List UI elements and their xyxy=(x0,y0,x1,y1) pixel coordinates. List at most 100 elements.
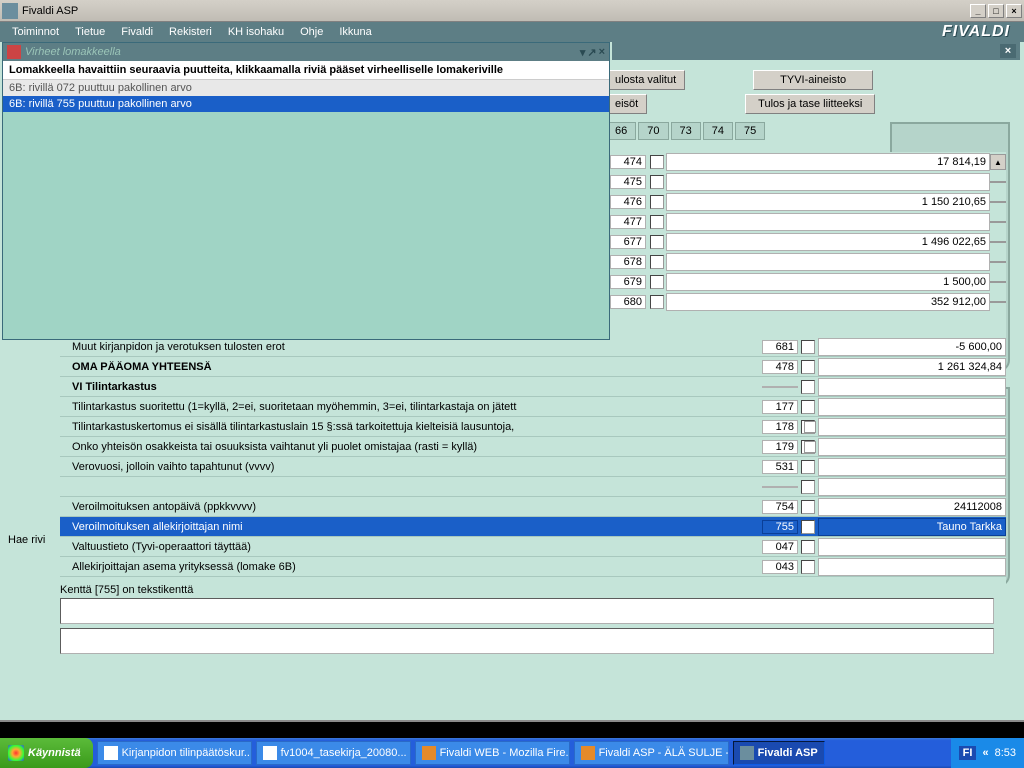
error-row[interactable]: 6B: rivillä 072 puuttuu pakollinen arvo xyxy=(3,80,609,96)
form-row-value[interactable]: Tauno Tarkka xyxy=(818,518,1006,536)
row-value[interactable] xyxy=(666,213,990,231)
row-value[interactable]: 352 912,00 xyxy=(666,293,990,311)
data-row: 477 xyxy=(610,212,1006,232)
status-field-1[interactable] xyxy=(60,598,994,624)
form-row-value[interactable]: 24112008 xyxy=(818,498,1006,516)
error-dialog-titlebar[interactable]: Virheet lomakkeella ▾ ↗ × xyxy=(3,43,609,61)
form-row-checkbox[interactable] xyxy=(801,480,815,494)
scroll-up-icon[interactable]: ▲ xyxy=(990,154,1006,170)
tulos-tase-button[interactable]: Tulos ja tase liitteeksi xyxy=(745,94,875,114)
row-checkbox[interactable] xyxy=(650,215,664,229)
form-row[interactable]: Veroilmoituksen allekirjoittajan nimi755… xyxy=(60,517,1006,537)
error-row-selected[interactable]: 6B: rivillä 755 puuttuu pakollinen arvo xyxy=(3,96,609,112)
scrollbar[interactable] xyxy=(990,201,1006,203)
form-row[interactable]: Veroilmoituksen antopäivä (ppkkvvvv)7542… xyxy=(60,497,1006,517)
menu-tietue[interactable]: Tietue xyxy=(69,24,111,40)
status-field-2[interactable] xyxy=(60,628,994,654)
form-row[interactable]: Onko yhteisön osakkeista tai osuuksista … xyxy=(60,437,1006,457)
scrollbar[interactable] xyxy=(990,301,1006,303)
row-checkbox[interactable] xyxy=(650,235,664,249)
form-row[interactable]: Valtuustieto (Tyvi-operaattori täyttää)0… xyxy=(60,537,1006,557)
eisot-button[interactable]: eisöt xyxy=(606,94,647,114)
form-row-checkbox[interactable] xyxy=(801,380,815,394)
error-maximize-icon[interactable]: ↗ xyxy=(587,46,596,59)
taskbar-item[interactable]: Fivaldi WEB - Mozilla Fire... xyxy=(415,741,570,765)
form-row-checkbox[interactable] xyxy=(801,460,815,474)
row-value[interactable] xyxy=(666,173,990,191)
tab-74[interactable]: 74 xyxy=(703,122,733,140)
taskbar-item-active[interactable]: Fivaldi ASP xyxy=(733,741,825,765)
form-row-value[interactable] xyxy=(818,418,1006,436)
form-row-value[interactable] xyxy=(818,538,1006,556)
menu-ohje[interactable]: Ohje xyxy=(294,24,329,40)
form-row-value[interactable]: -5 600,00 xyxy=(818,338,1006,356)
row-value[interactable]: 1 500,00 xyxy=(666,273,990,291)
minimize-button[interactable]: _ xyxy=(970,4,986,18)
row-value[interactable]: 1 496 022,65 xyxy=(666,233,990,251)
tab-66[interactable]: 66 xyxy=(606,122,636,140)
form-row[interactable]: Tilintarkastus suoritettu (1=kyllä, 2=ei… xyxy=(60,397,1006,417)
form-row[interactable]: OMA PÄÄOMA YHTEENSÄ4781 261 324,84 xyxy=(60,357,1006,377)
menu-kh-isohaku[interactable]: KH isohaku xyxy=(222,24,290,40)
row-checkbox[interactable] xyxy=(650,195,664,209)
form-row-checkbox[interactable] xyxy=(801,560,815,574)
row-value[interactable]: 17 814,19 xyxy=(666,153,990,171)
form-row-value[interactable] xyxy=(818,438,1006,456)
form-row-value[interactable]: 1 261 324,84 xyxy=(818,358,1006,376)
scrollbar[interactable] xyxy=(990,181,1006,183)
row-value[interactable]: 1 150 210,65 xyxy=(666,193,990,211)
form-row[interactable] xyxy=(60,477,1006,497)
start-button[interactable]: Käynnistä xyxy=(0,738,93,768)
form-row-checkbox[interactable] xyxy=(801,500,815,514)
scrollbar[interactable] xyxy=(990,281,1006,283)
taskbar-item[interactable]: Fivaldi ASP - ÄLÄ SULJE -... xyxy=(574,741,729,765)
language-indicator[interactable]: FI xyxy=(959,746,977,760)
tab-73[interactable]: 73 xyxy=(671,122,701,140)
secondary-close-button[interactable]: × xyxy=(1000,44,1016,58)
row-checkbox[interactable] xyxy=(650,175,664,189)
form-row-value[interactable] xyxy=(818,398,1006,416)
scrollbar[interactable] xyxy=(990,241,1006,243)
form-row[interactable]: Tilintarkastuskertomus ei sisällä tilint… xyxy=(60,417,1006,437)
form-row-checkbox[interactable] xyxy=(801,340,815,354)
form-row-checkbox[interactable] xyxy=(801,360,815,374)
form-row[interactable]: VI Tilintarkastus xyxy=(60,377,1006,397)
maximize-button[interactable]: □ xyxy=(988,4,1004,18)
error-close-icon[interactable]: × xyxy=(599,46,605,59)
form-row-checkbox[interactable] xyxy=(801,540,815,554)
row-value[interactable] xyxy=(666,253,990,271)
tab-75[interactable]: 75 xyxy=(735,122,765,140)
form-row-checkbox[interactable] xyxy=(801,520,815,534)
row-code: 678 xyxy=(610,255,646,269)
form-row[interactable]: Muut kirjanpidon ja verotuksen tulosten … xyxy=(60,337,1006,357)
form-row[interactable]: Allekirjoittajan asema yrityksessä (loma… xyxy=(60,557,1006,577)
form-row-value[interactable] xyxy=(818,558,1006,576)
close-button[interactable]: × xyxy=(1006,4,1022,18)
scrollbar[interactable] xyxy=(990,261,1006,263)
taskbar-item[interactable]: Kirjanpidon tilinpäätöskur... xyxy=(97,741,252,765)
error-minimize-icon[interactable]: ▾ xyxy=(580,46,586,59)
menu-toiminnot[interactable]: Toiminnot xyxy=(6,24,65,40)
taskbar-item[interactable]: fv1004_tasekirja_20080... xyxy=(256,741,411,765)
form-row-checkbox[interactable] xyxy=(801,440,815,454)
menu-ikkuna[interactable]: Ikkuna xyxy=(333,24,377,40)
menu-rekisteri[interactable]: Rekisteri xyxy=(163,24,218,40)
tab-70[interactable]: 70 xyxy=(638,122,668,140)
scrollbar[interactable] xyxy=(990,221,1006,223)
form-row-checkbox[interactable] xyxy=(801,400,815,414)
tyvi-aineisto-button[interactable]: TYVI-aineisto xyxy=(753,70,873,90)
form-row-value[interactable] xyxy=(818,478,1006,496)
form-row[interactable]: Verovuosi, jolloin vaihto tapahtunut (vv… xyxy=(60,457,1006,477)
row-checkbox[interactable] xyxy=(650,155,664,169)
print-selected-button[interactable]: ulosta valitut xyxy=(606,70,685,90)
taskbar: Käynnistä Kirjanpidon tilinpäätöskur... … xyxy=(0,738,1024,768)
row-checkbox[interactable] xyxy=(650,295,664,309)
form-row-value[interactable] xyxy=(818,458,1006,476)
row-checkbox[interactable] xyxy=(650,275,664,289)
form-row-value[interactable] xyxy=(818,378,1006,396)
row-checkbox[interactable] xyxy=(650,255,664,269)
menu-fivaldi[interactable]: Fivaldi xyxy=(115,24,159,40)
tray-chevron-icon[interactable]: « xyxy=(982,747,988,759)
taskbar-item-label: Kirjanpidon tilinpäätöskur... xyxy=(122,747,252,759)
form-row-checkbox[interactable] xyxy=(801,420,815,434)
